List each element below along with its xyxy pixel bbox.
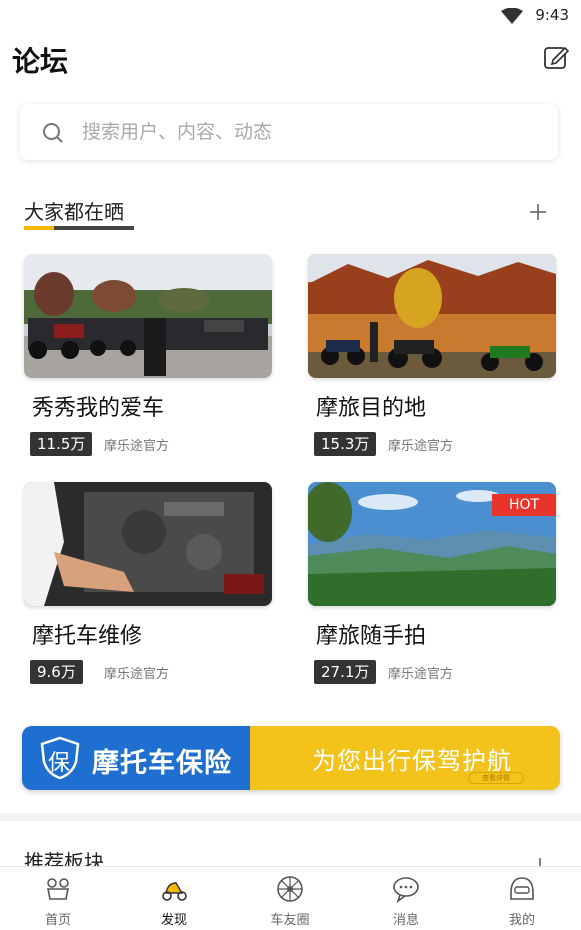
card-image-bikes-parked — [24, 254, 272, 378]
tab-profile[interactable]: 我的 — [464, 867, 580, 930]
tab-home[interactable]: 首页 — [0, 867, 116, 930]
wheel-icon — [277, 876, 303, 902]
tab-label: 车友圈 — [270, 913, 310, 928]
edit-icon[interactable] — [543, 44, 569, 70]
insurance-banner[interactable]: 保 摩托车保险 为您出行保驾护航 查看详情 — [22, 726, 560, 790]
featured-section-header: 大家都在晒 — [24, 196, 554, 236]
card-author: 摩乐途官方 — [388, 667, 454, 682]
banner-slogan: 为您出行保驾护航 — [312, 747, 512, 775]
card-image-mountain-bikes — [308, 254, 556, 378]
section-underline — [24, 226, 134, 230]
tab-label: 发现 — [160, 913, 187, 928]
page-title: 论坛 — [12, 45, 69, 78]
shield-label: 保 — [48, 751, 71, 776]
tab-label: 我的 — [508, 913, 535, 928]
view-count-badge: 27.1万 — [314, 660, 377, 684]
tab-discover[interactable]: 发现 — [116, 867, 232, 930]
card-title: 摩旅目的地 — [316, 396, 427, 421]
forum-card-travel-destination[interactable]: 摩旅目的地 15.3万 摩乐途官方 — [308, 254, 556, 456]
status-bar: 9:43 — [0, 0, 581, 34]
bottom-tab-bar: 首页 发现 车友圈 消息 我的 — [0, 866, 581, 930]
section-divider — [0, 813, 581, 821]
plus-icon[interactable] — [528, 202, 548, 222]
search-icon — [43, 123, 63, 143]
title-bar: 论坛 — [0, 34, 581, 86]
forum-card-motorcycle-repair[interactable]: 摩托车维修 9.6万 摩乐途官方 — [24, 482, 272, 684]
hot-badge: HOT — [492, 494, 556, 516]
tab-rider-circle[interactable]: 车友圈 — [232, 867, 348, 930]
tab-label: 首页 — [44, 913, 71, 928]
forum-card-show-bike[interactable]: 秀秀我的爱车 11.5万 摩乐途官方 — [24, 254, 272, 456]
tab-messages[interactable]: 消息 — [348, 867, 464, 930]
card-title: 摩旅随手拍 — [316, 624, 427, 649]
card-title: 摩托车维修 — [32, 624, 143, 649]
helmet-icon — [510, 877, 534, 900]
view-count-badge: 9.6万 — [30, 660, 83, 684]
chat-icon — [393, 877, 419, 903]
wifi-icon — [501, 8, 523, 24]
search-bar[interactable] — [20, 104, 558, 160]
card-title: 秀秀我的爱车 — [32, 396, 165, 421]
card-image-engine-repair — [24, 482, 272, 606]
featured-section-title: 大家都在晒 — [24, 200, 124, 224]
banner-detail-button[interactable]: 查看详情 — [468, 772, 524, 784]
search-input[interactable] — [82, 118, 522, 146]
forum-card-travel-snapshots[interactable]: HOT 摩旅随手拍 27.1万 摩乐途官方 — [308, 482, 556, 684]
card-author: 摩乐途官方 — [388, 439, 454, 454]
tab-label: 消息 — [392, 913, 419, 928]
card-author: 摩乐途官方 — [104, 667, 170, 682]
status-time: 9:43 — [535, 6, 569, 24]
plus-icon[interactable] — [533, 858, 547, 866]
home-icon — [47, 878, 69, 900]
card-author: 摩乐途官方 — [104, 439, 170, 454]
view-count-badge: 15.3万 — [314, 432, 377, 456]
view-count-badge: 11.5万 — [30, 432, 93, 456]
banner-brand: 摩托车保险 — [92, 748, 232, 779]
card-image-green-mountains: HOT — [308, 482, 556, 606]
scooter-icon — [162, 882, 187, 901]
